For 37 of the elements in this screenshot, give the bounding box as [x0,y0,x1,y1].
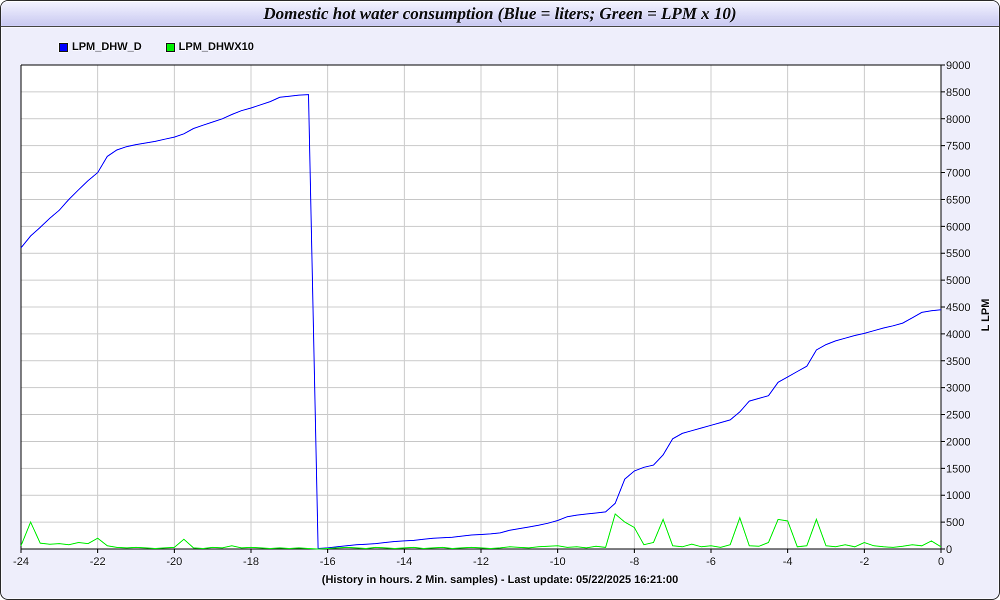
x-tick-label: -8 [629,556,640,568]
y-tick-label: 8500 [946,86,970,99]
x-tick-label: -14 [396,556,412,568]
y-tick-label: 500 [946,517,964,530]
x-tick-label: -22 [90,556,106,568]
window-title: Domestic hot water consumption (Blue = liters; Green = LPM x 10) [263,4,737,24]
y-tick-label: 8000 [946,114,970,126]
y-tick-label: 5000 [946,275,970,288]
y-tick-label: 5500 [946,248,970,260]
x-tick-label: -24 [13,556,29,568]
x-tick-label: -4 [782,556,793,568]
x-tick-label: -20 [166,556,182,568]
y-tick-label: 2500 [946,410,970,422]
x-axis-title: (History in hours. 2 Min. samples) - Last update: 05/22/2025 16:21:00 [322,574,678,586]
y-tick-label: 4500 [946,302,970,314]
x-tick-label: -18 [243,556,259,568]
y-tick-label: 0 [946,544,952,556]
legend-label: LPM_DHW_D [72,41,142,53]
y-tick-label: 1500 [946,463,970,476]
x-tick-label: -16 [320,556,336,568]
y-tick-label: 7500 [946,140,970,153]
x-tick-label: -2 [859,556,870,568]
legend-label: LPM_DHWX10 [178,41,254,53]
y-axis-title: L LPM [980,298,992,332]
y-tick-label: 4000 [946,328,970,341]
y-tick-label: 1000 [946,490,970,502]
x-tick-label: -6 [706,556,716,568]
x-tick-label: 0 [938,556,944,568]
y-tick-label: 6500 [946,194,970,206]
y-tick-label: 2000 [946,436,970,448]
y-tick-label: 7000 [946,168,970,180]
x-tick-label: -10 [550,556,566,568]
y-tick-label: 3500 [946,356,970,368]
y-tick-label: 3000 [946,382,970,395]
x-tick-label: -12 [473,556,489,568]
y-tick-label: 9000 [946,60,970,72]
y-tick-label: 6000 [946,221,970,234]
